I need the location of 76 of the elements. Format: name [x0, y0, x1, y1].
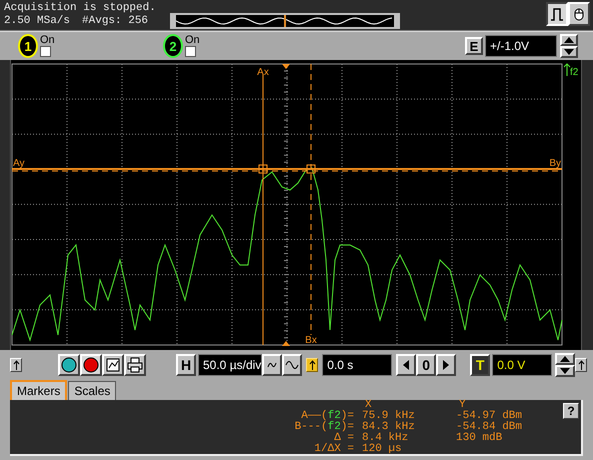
delay-field[interactable]: 0.0 s — [322, 354, 392, 376]
down-triangle-icon — [560, 368, 570, 374]
spin-down-button[interactable] — [560, 46, 578, 58]
up-triangle-icon — [560, 356, 570, 362]
trace-label: f2 — [570, 67, 578, 78]
scroll-up-button[interactable] — [10, 358, 22, 372]
print-button[interactable] — [124, 354, 146, 376]
x-value: 84.3 kHz — [362, 422, 415, 433]
panel-tab[interactable]: Scales — [68, 381, 116, 400]
marker-a-icon — [258, 164, 268, 174]
x-value: 120 µs — [362, 444, 402, 455]
channel-checkbox[interactable] — [40, 46, 51, 57]
status-message: Acquisition is stopped. — [4, 2, 157, 15]
trigger-level-field[interactable]: 0.0 V — [492, 354, 552, 376]
range-button[interactable]: E — [465, 37, 483, 55]
cursor-label: Ax — [257, 67, 269, 78]
up-arrow-icon — [308, 360, 316, 370]
left-triangle-icon — [403, 360, 410, 370]
timebase-field[interactable]: 50.0 µs/div — [198, 354, 262, 376]
square-wave-icon — [549, 6, 565, 22]
right-triangle-icon — [443, 360, 450, 370]
cursor-label: Ay — [13, 158, 24, 169]
cursor-label: Bx — [305, 335, 317, 346]
marker-label: 1/ΔX = — [314, 444, 355, 455]
spin-up-button[interactable] — [555, 353, 575, 365]
circle-icon — [61, 357, 77, 373]
left-button[interactable] — [396, 354, 416, 376]
autoscale-button[interactable] — [102, 354, 124, 376]
panel-tab[interactable]: Markers — [10, 380, 68, 400]
averages-count: #Avgs: 256 — [82, 15, 148, 28]
sine-wave-icon — [285, 359, 300, 371]
timebase-button[interactable]: H — [176, 354, 196, 376]
y-value: -54.97 dBm — [456, 411, 522, 422]
column-header: X — [365, 400, 372, 411]
chart-icon — [105, 357, 121, 373]
y-value: 130 mdB — [456, 433, 502, 444]
sine-button[interactable] — [282, 354, 302, 376]
center-button[interactable]: 0 — [416, 354, 436, 376]
stop-button[interactable] — [80, 354, 102, 376]
circle-icon — [83, 357, 99, 373]
channel-badge[interactable]: 2 — [163, 34, 183, 58]
up-arrow-icon — [564, 63, 570, 76]
printer-icon — [127, 357, 143, 373]
reference-button[interactable] — [306, 358, 318, 372]
channel-checkbox[interactable] — [185, 46, 196, 57]
up-arrow-icon — [12, 360, 20, 370]
run-button[interactable] — [58, 354, 80, 376]
right-button[interactable] — [436, 354, 456, 376]
scroll-up-button[interactable] — [575, 358, 587, 372]
spin-down-button[interactable] — [555, 365, 575, 377]
marker-label: B---(f2)= — [294, 422, 355, 433]
trigger-position-icon — [282, 64, 290, 69]
trigger-button[interactable]: T — [470, 354, 490, 376]
filter-button[interactable] — [262, 354, 282, 376]
trigger-position-icon — [282, 341, 290, 346]
marker-label: A——(f2)= — [301, 411, 355, 422]
waveform-overview[interactable] — [170, 13, 400, 29]
spin-up-button[interactable] — [560, 34, 578, 46]
sample-rate: 2.50 MSa/s — [4, 15, 70, 28]
help-button[interactable]: ? — [563, 403, 579, 419]
marker-b-icon — [306, 164, 316, 174]
y-value: -54.84 dBm — [456, 422, 522, 433]
x-value: 75.9 kHz — [362, 411, 415, 422]
up-arrow-icon — [578, 360, 584, 370]
channel-on-label: On — [185, 35, 200, 46]
channel-badge[interactable]: 1 — [18, 34, 38, 58]
cursor-label: By — [549, 158, 561, 169]
cursor-b-x-line[interactable] — [310, 64, 312, 336]
mode-button[interactable] — [546, 2, 568, 26]
x-value: 8.4 kHz — [362, 433, 408, 444]
channel-on-label: On — [40, 35, 55, 46]
range-field[interactable]: +/-1.0V — [485, 35, 557, 57]
marker-label: Δ = — [334, 433, 355, 444]
down-triangle-icon — [564, 49, 574, 55]
up-triangle-icon — [564, 37, 574, 43]
column-header: Y — [459, 400, 466, 411]
